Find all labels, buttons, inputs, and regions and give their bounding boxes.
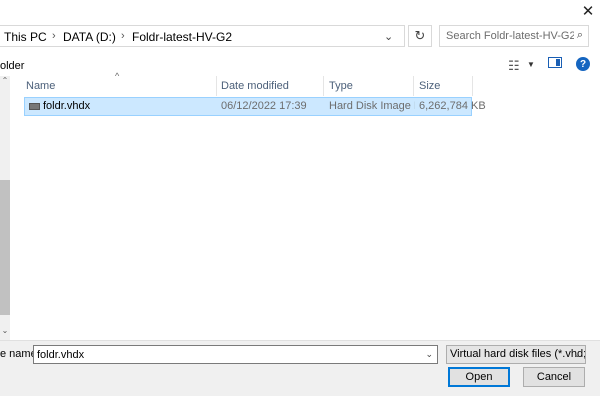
- address-bar[interactable]: This PC › DATA (D:) › Foldr-latest-HV-G2…: [0, 25, 405, 47]
- sort-ascending-icon: ^: [115, 71, 120, 81]
- column-header-size[interactable]: Size: [419, 76, 440, 96]
- view-options-icon[interactable]: ☷: [508, 58, 520, 74]
- column-header-date-modified[interactable]: Date modified: [221, 76, 289, 96]
- close-icon: ✕: [581, 3, 595, 20]
- breadcrumb-this-pc[interactable]: This PC: [4, 30, 47, 44]
- file-size: 6,262,784 KB: [419, 100, 486, 112]
- file-type: Hard Disk Image F...: [329, 100, 415, 112]
- search-input[interactable]: [440, 26, 574, 46]
- filter-dropdown-icon[interactable]: ⌄: [573, 349, 581, 360]
- column-header-type[interactable]: Type: [329, 76, 353, 96]
- view-dropdown-icon[interactable]: ▼: [527, 60, 535, 69]
- column-divider[interactable]: [413, 76, 414, 96]
- filename-dropdown-icon[interactable]: ⌄: [425, 349, 433, 360]
- file-type-filter-value: Virtual hard disk files (*.vhd;*.: [450, 348, 586, 360]
- scroll-down-icon[interactable]: ⌄: [0, 326, 10, 336]
- vhdx-file-icon: [29, 103, 40, 110]
- breadcrumb-current-folder[interactable]: Foldr-latest-HV-G2: [132, 30, 232, 44]
- open-button[interactable]: Open: [448, 367, 510, 387]
- filename-combobox[interactable]: ⌄: [33, 345, 438, 364]
- new-folder-button[interactable]: older: [0, 60, 24, 72]
- refresh-button[interactable]: ↻: [408, 25, 432, 47]
- help-icon[interactable]: ?: [576, 57, 590, 71]
- breadcrumb-data-drive[interactable]: DATA (D:): [63, 30, 116, 44]
- file-date-modified: 06/12/2022 17:39: [221, 100, 307, 112]
- refresh-icon: ↻: [414, 28, 426, 43]
- breadcrumb-separator-icon[interactable]: ›: [121, 30, 125, 42]
- search-box[interactable]: ⌕: [439, 25, 589, 47]
- scroll-up-icon[interactable]: ⌃: [0, 76, 10, 86]
- column-divider[interactable]: [472, 76, 473, 96]
- close-button[interactable]: ✕: [576, 0, 600, 22]
- search-icon[interactable]: ⌕: [577, 29, 583, 42]
- column-divider[interactable]: [216, 76, 217, 96]
- filename-input[interactable]: [34, 346, 422, 363]
- file-type-filter-select[interactable]: Virtual hard disk files (*.vhd;*. ⌄: [446, 345, 586, 364]
- file-name: foldr.vhdx: [43, 100, 91, 112]
- column-header-name[interactable]: Name: [26, 76, 55, 96]
- nav-pane-scroll-thumb[interactable]: [0, 180, 10, 315]
- column-divider[interactable]: [323, 76, 324, 96]
- address-dropdown-icon[interactable]: ⌄: [384, 30, 393, 43]
- file-row-selected[interactable]: foldr.vhdx 06/12/2022 17:39 Hard Disk Im…: [24, 97, 486, 116]
- cancel-button[interactable]: Cancel: [523, 367, 585, 387]
- breadcrumb-separator-icon[interactable]: ›: [52, 30, 56, 42]
- preview-pane-icon[interactable]: [548, 57, 562, 68]
